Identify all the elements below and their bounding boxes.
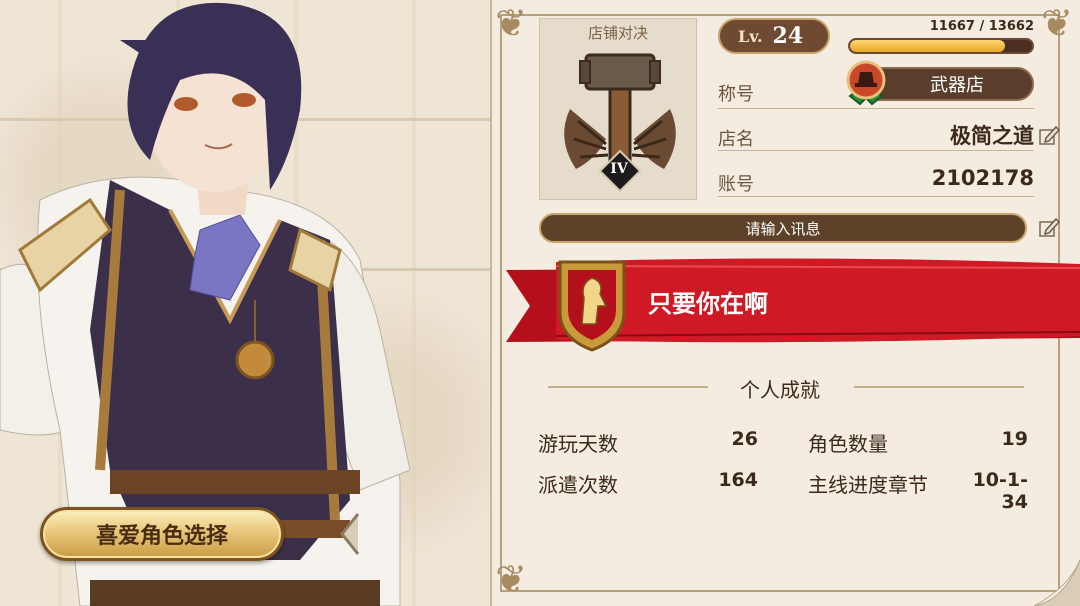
corner-ornament-icon: ❦ [495,557,527,601]
title-label: 称号 [718,84,754,105]
achievement-label: 派遣次数 [538,473,618,497]
level-value: 24 [772,23,804,49]
message-placeholder: 请输入讯息 [745,219,821,238]
edit-message-icon[interactable] [1038,216,1060,238]
badge-title: 店铺对决 [587,24,648,42]
account-value: 2102178 [931,166,1034,190]
corner-ornament-icon: ❦ [495,1,527,45]
achievement-label: 游玩天数 [538,432,618,456]
shop-name-value: 极简之道 [950,124,1034,148]
achievement-label: 角色数量 [808,432,888,456]
motto-text: 只要你在啊 [648,290,768,318]
page-curl-icon[interactable] [1034,560,1080,606]
lion-crest-icon [558,260,626,352]
achievements-divider [854,386,1024,388]
edit-shop-name-icon[interactable] [1038,124,1060,146]
corner-ornament-icon: ❦ [1041,1,1073,45]
level-label: Lv. [738,26,763,46]
level-badge: Lv. 24 [718,18,830,54]
achievements-title: 个人成就 [740,378,820,402]
row-divider [718,150,1034,151]
favorite-character-select-button[interactable]: 喜爱角色选择 [40,507,284,561]
achievement-value: 19 [1001,428,1028,450]
shop-name-label: 店名 [718,129,754,150]
achievement-value: 26 [731,428,758,450]
favorite-button-label: 喜爱角色选择 [95,524,228,549]
achievement-value: 10-1-34 [972,469,1028,513]
account-label: 账号 [718,174,754,195]
collapse-arrow-icon[interactable] [338,512,360,556]
achievement-label: 主线进度章节 [808,473,928,497]
hat-title-icon [846,60,886,106]
exp-text: 11667 / 13662 [929,19,1034,34]
row-divider [718,196,1034,197]
exp-progress-fill [850,40,1006,52]
title-value: 武器店 [930,75,984,96]
badge-rank: IV [610,161,628,177]
achievements-divider [548,386,708,388]
exp-progress-bar [848,38,1034,54]
shop-battle-badge[interactable]: 店铺对决 IV [539,18,697,200]
message-input[interactable]: 请输入讯息 [539,213,1027,243]
achievement-value: 164 [718,469,758,491]
